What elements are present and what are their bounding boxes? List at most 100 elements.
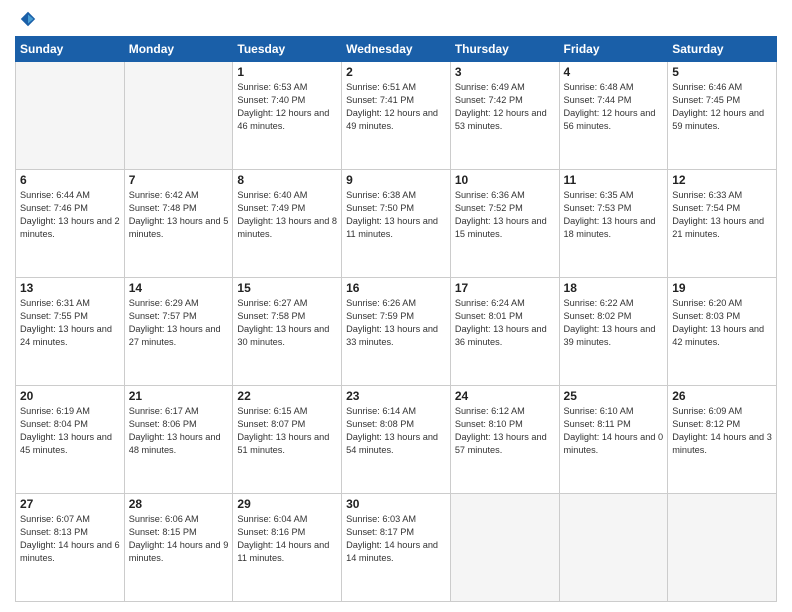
day-number: 10 [455,173,555,187]
calendar-cell: 6 Sunrise: 6:44 AM Sunset: 7:46 PM Daylig… [16,170,125,278]
calendar-cell: 8 Sunrise: 6:40 AM Sunset: 7:49 PM Daylig… [233,170,342,278]
calendar-cell: 27 Sunrise: 6:07 AM Sunset: 8:13 PM Dayli… [16,494,125,602]
day-info: Sunrise: 6:44 AM Sunset: 7:46 PM Dayligh… [20,189,120,241]
calendar-cell: 26 Sunrise: 6:09 AM Sunset: 8:12 PM Dayli… [668,386,777,494]
day-info: Sunrise: 6:31 AM Sunset: 7:55 PM Dayligh… [20,297,120,349]
day-number: 24 [455,389,555,403]
day-number: 8 [237,173,337,187]
day-number: 9 [346,173,446,187]
calendar-header-thursday: Thursday [450,37,559,62]
calendar-cell [124,62,233,170]
header [15,10,777,28]
day-number: 12 [672,173,772,187]
calendar-cell: 7 Sunrise: 6:42 AM Sunset: 7:48 PM Daylig… [124,170,233,278]
calendar-cell: 20 Sunrise: 6:19 AM Sunset: 8:04 PM Dayli… [16,386,125,494]
calendar-cell: 2 Sunrise: 6:51 AM Sunset: 7:41 PM Daylig… [342,62,451,170]
calendar-header-row: SundayMondayTuesdayWednesdayThursdayFrid… [16,37,777,62]
calendar-cell [559,494,668,602]
day-number: 20 [20,389,120,403]
calendar-cell: 11 Sunrise: 6:35 AM Sunset: 7:53 PM Dayli… [559,170,668,278]
day-info: Sunrise: 6:51 AM Sunset: 7:41 PM Dayligh… [346,81,446,133]
day-info: Sunrise: 6:42 AM Sunset: 7:48 PM Dayligh… [129,189,229,241]
day-info: Sunrise: 6:40 AM Sunset: 7:49 PM Dayligh… [237,189,337,241]
calendar-cell: 3 Sunrise: 6:49 AM Sunset: 7:42 PM Daylig… [450,62,559,170]
day-number: 29 [237,497,337,511]
day-info: Sunrise: 6:12 AM Sunset: 8:10 PM Dayligh… [455,405,555,457]
day-info: Sunrise: 6:48 AM Sunset: 7:44 PM Dayligh… [564,81,664,133]
day-number: 28 [129,497,229,511]
day-info: Sunrise: 6:19 AM Sunset: 8:04 PM Dayligh… [20,405,120,457]
day-info: Sunrise: 6:38 AM Sunset: 7:50 PM Dayligh… [346,189,446,241]
calendar-cell: 29 Sunrise: 6:04 AM Sunset: 8:16 PM Dayli… [233,494,342,602]
day-number: 26 [672,389,772,403]
day-number: 25 [564,389,664,403]
calendar-cell: 9 Sunrise: 6:38 AM Sunset: 7:50 PM Daylig… [342,170,451,278]
calendar-header-monday: Monday [124,37,233,62]
day-number: 11 [564,173,664,187]
day-info: Sunrise: 6:20 AM Sunset: 8:03 PM Dayligh… [672,297,772,349]
day-number: 17 [455,281,555,295]
calendar-week-4: 20 Sunrise: 6:19 AM Sunset: 8:04 PM Dayli… [16,386,777,494]
day-info: Sunrise: 6:49 AM Sunset: 7:42 PM Dayligh… [455,81,555,133]
calendar-week-2: 6 Sunrise: 6:44 AM Sunset: 7:46 PM Daylig… [16,170,777,278]
day-info: Sunrise: 6:53 AM Sunset: 7:40 PM Dayligh… [237,81,337,133]
calendar-cell: 12 Sunrise: 6:33 AM Sunset: 7:54 PM Dayli… [668,170,777,278]
logo [15,10,37,28]
day-info: Sunrise: 6:46 AM Sunset: 7:45 PM Dayligh… [672,81,772,133]
day-number: 4 [564,65,664,79]
calendar-cell: 17Sunrise: 6:24 AM Sunset: 8:01 PM Dayli… [450,278,559,386]
calendar-cell: 18Sunrise: 6:22 AM Sunset: 8:02 PM Dayli… [559,278,668,386]
day-number: 14 [129,281,229,295]
calendar-cell: 25 Sunrise: 6:10 AM Sunset: 8:11 PM Dayli… [559,386,668,494]
day-number: 23 [346,389,446,403]
day-info: Sunrise: 6:36 AM Sunset: 7:52 PM Dayligh… [455,189,555,241]
calendar-header-sunday: Sunday [16,37,125,62]
calendar-week-5: 27 Sunrise: 6:07 AM Sunset: 8:13 PM Dayli… [16,494,777,602]
day-number: 16 [346,281,446,295]
day-number: 22 [237,389,337,403]
day-number: 19 [672,281,772,295]
day-info: Sunrise: 6:27 AM Sunset: 7:58 PM Dayligh… [237,297,337,349]
day-info: Sunrise: 6:09 AM Sunset: 8:12 PM Dayligh… [672,405,772,457]
day-info: Sunrise: 6:22 AM Sunset: 8:02 PM Dayligh… [564,297,664,349]
day-info: Sunrise: 6:04 AM Sunset: 8:16 PM Dayligh… [237,513,337,565]
calendar-cell: 30Sunrise: 6:03 AM Sunset: 8:17 PM Dayli… [342,494,451,602]
calendar-header-wednesday: Wednesday [342,37,451,62]
logo-icon [19,10,37,28]
day-number: 7 [129,173,229,187]
day-number: 5 [672,65,772,79]
calendar-cell: 15 Sunrise: 6:27 AM Sunset: 7:58 PM Dayli… [233,278,342,386]
calendar: SundayMondayTuesdayWednesdayThursdayFrid… [15,36,777,602]
day-number: 6 [20,173,120,187]
calendar-cell: 13 Sunrise: 6:31 AM Sunset: 7:55 PM Dayli… [16,278,125,386]
calendar-cell: 23Sunrise: 6:14 AM Sunset: 8:08 PM Dayli… [342,386,451,494]
day-number: 13 [20,281,120,295]
day-number: 15 [237,281,337,295]
calendar-cell: 1 Sunrise: 6:53 AM Sunset: 7:40 PM Daylig… [233,62,342,170]
day-number: 27 [20,497,120,511]
calendar-week-3: 13 Sunrise: 6:31 AM Sunset: 7:55 PM Dayli… [16,278,777,386]
day-number: 3 [455,65,555,79]
calendar-header-tuesday: Tuesday [233,37,342,62]
day-number: 21 [129,389,229,403]
day-info: Sunrise: 6:10 AM Sunset: 8:11 PM Dayligh… [564,405,664,457]
calendar-cell: 4 Sunrise: 6:48 AM Sunset: 7:44 PM Daylig… [559,62,668,170]
day-number: 2 [346,65,446,79]
calendar-cell [450,494,559,602]
day-info: Sunrise: 6:15 AM Sunset: 8:07 PM Dayligh… [237,405,337,457]
day-info: Sunrise: 6:26 AM Sunset: 7:59 PM Dayligh… [346,297,446,349]
day-info: Sunrise: 6:17 AM Sunset: 8:06 PM Dayligh… [129,405,229,457]
day-info: Sunrise: 6:07 AM Sunset: 8:13 PM Dayligh… [20,513,120,565]
calendar-header-saturday: Saturday [668,37,777,62]
day-info: Sunrise: 6:03 AM Sunset: 8:17 PM Dayligh… [346,513,446,565]
calendar-header-friday: Friday [559,37,668,62]
page: SundayMondayTuesdayWednesdayThursdayFrid… [0,0,792,612]
calendar-cell: 14Sunrise: 6:29 AM Sunset: 7:57 PM Dayli… [124,278,233,386]
calendar-cell: 24 Sunrise: 6:12 AM Sunset: 8:10 PM Dayli… [450,386,559,494]
day-info: Sunrise: 6:33 AM Sunset: 7:54 PM Dayligh… [672,189,772,241]
calendar-cell: 5 Sunrise: 6:46 AM Sunset: 7:45 PM Daylig… [668,62,777,170]
day-info: Sunrise: 6:35 AM Sunset: 7:53 PM Dayligh… [564,189,664,241]
calendar-cell: 22 Sunrise: 6:15 AM Sunset: 8:07 PM Dayli… [233,386,342,494]
calendar-cell: 19 Sunrise: 6:20 AM Sunset: 8:03 PM Dayli… [668,278,777,386]
day-number: 1 [237,65,337,79]
